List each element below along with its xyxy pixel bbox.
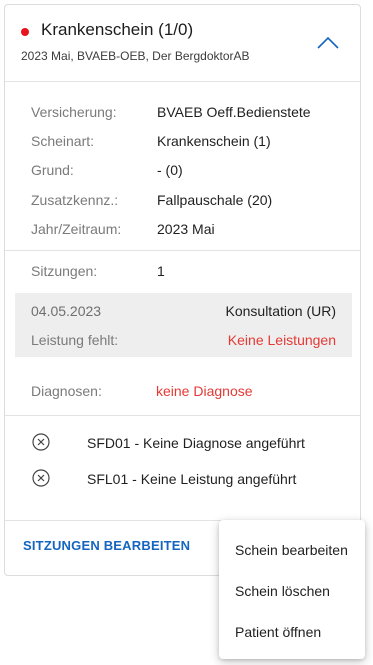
detail-value: Fallpauschale (20) <box>157 192 273 208</box>
missing-service-value: Keine Leistungen <box>227 332 336 348</box>
divider <box>5 415 360 416</box>
session-item[interactable]: 04.05.2023 Konsultation (UR) Leistung fe… <box>15 293 352 357</box>
warning-text: SFD01 - Keine Diagnose angeführt <box>87 435 305 451</box>
sessions-count-row: Sitzungen: 1 <box>31 263 165 279</box>
detail-row-versicherung: Versicherung: BVAEB Oeff.Bedienstete <box>31 104 311 120</box>
menu-item-delete-schein[interactable]: Schein löschen <box>219 571 365 611</box>
case-details: Versicherung: BVAEB Oeff.Bedienstete Sch… <box>5 82 360 251</box>
session-type: Konsultation (UR) <box>225 303 337 319</box>
detail-row-zusatzkennz: Zusatzkennz.: Fallpauschale (20) <box>31 192 272 208</box>
detail-row-grund: Grund: - (0) <box>31 162 183 178</box>
close-circle-icon <box>32 469 50 487</box>
detail-label: Grund: <box>31 162 74 178</box>
card-title: Krankenschein (1/0) <box>41 20 194 39</box>
detail-label: Jahr/Zeitraum: <box>31 221 122 237</box>
chevron-up-icon[interactable] <box>315 35 341 51</box>
warning-text: SFL01 - Keine Leistung angeführt <box>87 471 297 487</box>
sessions-label: Sitzungen: <box>31 263 98 279</box>
menu-item-edit-schein[interactable]: Schein bearbeiten <box>219 530 365 570</box>
status-dot <box>21 28 29 36</box>
missing-service-label: Leistung fehlt: <box>31 332 119 348</box>
menu-item-open-patient[interactable]: Patient öffnen <box>219 612 365 652</box>
card-subtitle: 2023 Mai, BVAEB-OEB, Der BergdoktorAB <box>21 49 250 63</box>
diagnoses-row: Diagnosen: keine Diagnose <box>31 383 253 399</box>
detail-value: 2023 Mai <box>157 221 215 237</box>
diagnoses-value: keine Diagnose <box>156 383 253 399</box>
detail-value: BVAEB Oeff.Bedienstete <box>157 104 311 120</box>
detail-value: Krankenschein (1) <box>157 133 271 149</box>
detail-row-zeitraum: Jahr/Zeitraum: 2023 Mai <box>31 221 215 237</box>
session-date: 04.05.2023 <box>31 303 102 319</box>
sessions-count: 1 <box>157 263 165 279</box>
detail-value: - (0) <box>157 162 183 178</box>
edit-sessions-button[interactable]: SITZUNGEN BEARBEITEN <box>23 538 190 553</box>
detail-label: Versicherung: <box>31 104 117 120</box>
close-circle-icon <box>32 433 50 451</box>
card-header[interactable]: Krankenschein (1/0) 2023 Mai, BVAEB-OEB,… <box>5 5 360 82</box>
diagnoses-label: Diagnosen: <box>31 383 102 399</box>
detail-label: Scheinart: <box>31 133 95 149</box>
detail-label: Zusatzkennz.: <box>31 192 119 208</box>
context-menu: Schein bearbeiten Schein löschen Patient… <box>219 520 365 659</box>
case-card: Krankenschein (1/0) 2023 Mai, BVAEB-OEB,… <box>4 4 361 576</box>
detail-row-scheinart: Scheinart: Krankenschein (1) <box>31 133 271 149</box>
